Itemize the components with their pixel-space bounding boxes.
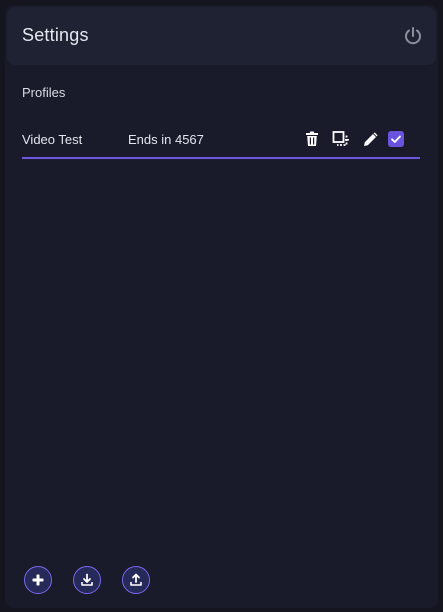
power-icon[interactable] xyxy=(402,25,424,47)
settings-panel: Settings Profiles Video Test Ends in 456… xyxy=(5,5,438,608)
profile-row[interactable]: Video Test Ends in 4567 xyxy=(22,125,420,159)
profile-checkbox[interactable] xyxy=(388,131,404,147)
pencil-icon[interactable] xyxy=(362,130,380,148)
duplicate-icon[interactable] xyxy=(332,130,350,148)
check-icon xyxy=(391,135,401,143)
settings-header: Settings xyxy=(7,7,436,65)
profile-name: Video Test xyxy=(22,132,83,147)
import-button[interactable] xyxy=(73,566,101,594)
profiles-label: Profiles xyxy=(22,85,66,100)
import-icon xyxy=(81,573,93,586)
page-title: Settings xyxy=(22,25,89,45)
profile-card-info: Ends in 4567 xyxy=(128,132,204,147)
export-button[interactable] xyxy=(122,566,150,594)
add-icon xyxy=(32,574,44,586)
export-icon xyxy=(130,573,142,586)
add-profile-button[interactable] xyxy=(24,566,52,594)
trash-icon[interactable] xyxy=(303,130,321,148)
